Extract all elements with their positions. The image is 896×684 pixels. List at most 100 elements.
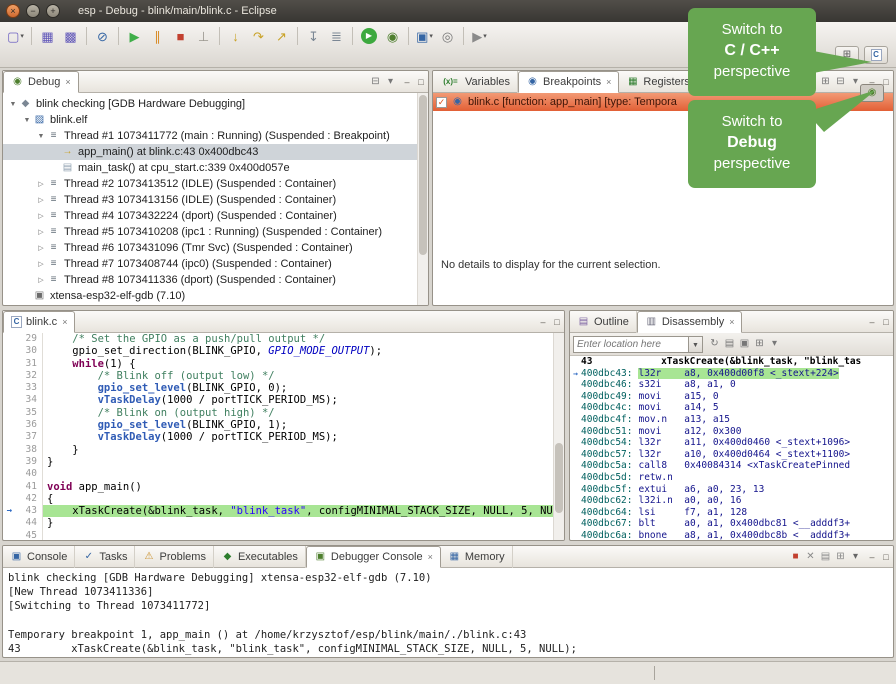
expand-closed-icon[interactable]: ▷ [35, 228, 47, 236]
skip-all-breakpoints-button[interactable]: ⊘ [92, 25, 113, 47]
disasm-line[interactable]: 400dbc51:movi a12, 0x300 [570, 426, 893, 438]
disasm-line[interactable]: →400dbc43:l32r a8, 0x400d00f8 <_stext+22… [570, 368, 893, 380]
minimize-view-icon[interactable]: – [865, 546, 879, 567]
new-wizard-button[interactable]: ▢▾ [5, 25, 26, 47]
track-expression-icon[interactable]: ⊞ [752, 333, 767, 355]
clear-console-icon[interactable]: ▤ [818, 546, 833, 568]
code-line[interactable]: 45 [3, 530, 564, 541]
disasm-line[interactable]: 400dbc49:movi a15, 0 [570, 391, 893, 403]
breakpoint-checkbox[interactable]: ✓ [436, 97, 447, 108]
expand-open-icon[interactable]: ▼ [35, 133, 47, 140]
search-button[interactable]: ◎ [437, 25, 458, 47]
code-line[interactable]: 34 vTaskDelay(1000 / portTICK_PERIOD_MS)… [3, 394, 564, 406]
expand-open-icon[interactable]: ▼ [7, 101, 19, 108]
open-perspective-button[interactable]: ⊞ [835, 46, 859, 64]
disasm-line[interactable]: 400dbc4f:mov.n a13, a15 [570, 414, 893, 426]
location-input[interactable] [573, 336, 689, 353]
show-breakpoints-for-icon[interactable]: ⊞ [818, 71, 833, 93]
code-line[interactable]: 44} [3, 517, 564, 529]
debug-tree-item[interactable]: ▼Thread #1 1073411772 (main : Running) (… [3, 128, 428, 144]
tab-executables[interactable]: Executables [214, 546, 306, 568]
drop-to-frame-button[interactable]: ↧ [303, 25, 324, 47]
remove-launch-icon[interactable]: ✕ [803, 546, 818, 568]
close-tab-icon[interactable]: × [606, 77, 611, 87]
disasm-source-line[interactable]: 43 xTaskCreate(&blink_task, "blink_tas [570, 356, 893, 368]
tab-debug[interactable]: Debug× [3, 71, 79, 93]
disasm-line[interactable]: 400dbc5a:call8 0x40084314 <xTaskCreatePi… [570, 460, 893, 472]
tab-outline[interactable]: Outline [570, 311, 637, 333]
tab-registers[interactable]: Registers [619, 71, 697, 93]
code-line[interactable]: →43 xTaskCreate(&blink_task, "blink_task… [3, 505, 564, 517]
debug-scrollbar[interactable] [417, 93, 428, 305]
code-line[interactable]: 29 /* Set the GPIO as a push/pull output… [3, 333, 564, 345]
debug-button[interactable]: ◉ [382, 25, 403, 47]
tab-breakpoints[interactable]: Breakpoints× [518, 71, 619, 93]
terminate-button[interactable]: ■ [170, 25, 191, 47]
collapse-all-icon[interactable]: ⊟ [833, 71, 848, 93]
code-line[interactable]: 37 vTaskDelay(1000 / portTICK_PERIOD_MS)… [3, 431, 564, 443]
save-button[interactable]: ▦ [37, 25, 58, 47]
save-all-button[interactable]: ▩ [60, 25, 81, 47]
debug-tree-item[interactable]: ▼blink.elf [3, 112, 428, 128]
run-last-tool-button[interactable]: ▶▾ [469, 25, 490, 47]
expand-closed-icon[interactable]: ▷ [35, 244, 47, 252]
terminate-console-icon[interactable]: ■ [788, 546, 803, 568]
breakpoint-entry[interactable]: ✓ blink.c [function: app_main] [type: Te… [433, 93, 893, 111]
show-source-icon[interactable]: ▤ [722, 333, 737, 355]
expand-closed-icon[interactable]: ▷ [35, 180, 47, 188]
debug-perspective-button[interactable]: ◉ [860, 84, 884, 102]
run-button[interactable]: ▶ [361, 28, 377, 44]
disasm-line[interactable]: 400dbc57:l32r a10, 0x400d0464 <_stext+11… [570, 449, 893, 461]
minimize-view-icon[interactable]: – [400, 71, 414, 92]
tab-variables[interactable]: Variables [433, 71, 518, 93]
tab-debugger-console[interactable]: Debugger Console× [306, 546, 441, 568]
code-line[interactable]: 30 gpio_set_direction(BLINK_GPIO, GPIO_M… [3, 345, 564, 357]
debug-tree-item[interactable]: xtensa-esp32-elf-gdb (7.10) [3, 288, 428, 304]
code-line[interactable]: 38 } [3, 444, 564, 456]
disasm-line[interactable]: 400dbc54:l32r a11, 0x400d0460 <_stext+10… [570, 437, 893, 449]
expand-closed-icon[interactable]: ▷ [35, 212, 47, 220]
step-return-button[interactable]: ↗ [271, 25, 292, 47]
code-line[interactable]: 33 gpio_set_level(BLINK_GPIO, 0); [3, 382, 564, 394]
disasm-line[interactable]: 400dbc4c:movi a14, 5 [570, 402, 893, 414]
code-line[interactable]: 42{ [3, 493, 564, 505]
code-line[interactable]: 35 /* Blink on (output high) */ [3, 407, 564, 419]
expand-open-icon[interactable]: ▼ [21, 117, 33, 124]
disasm-line[interactable]: 400dbc67:blt a0, a1, 0x400dbc81 <__adddf… [570, 518, 893, 530]
tab-console[interactable]: Console [3, 546, 75, 568]
step-over-button[interactable]: ↷ [248, 25, 269, 47]
close-tab-icon[interactable]: × [65, 77, 70, 87]
disasm-line[interactable]: 400dbc5f:extui a6, a0, 23, 13 [570, 484, 893, 496]
debug-tree-item[interactable]: app_main() at blink.c:43 0x400dbc43 [3, 144, 428, 160]
cpp-perspective-button[interactable] [864, 46, 888, 64]
console-output[interactable]: blink checking [GDB Hardware Debugging] … [3, 568, 893, 658]
code-line[interactable]: 40 [3, 468, 564, 480]
step-into-button[interactable]: ↓ [225, 25, 246, 47]
view-menu-icon[interactable]: ▾ [383, 71, 398, 93]
maximize-view-icon[interactable]: □ [879, 546, 893, 567]
maximize-view-icon[interactable]: □ [414, 71, 428, 92]
tab-memory[interactable]: Memory [441, 546, 513, 568]
disasm-line[interactable]: 400dbc64:lsi f7, a1, 128 [570, 507, 893, 519]
maximize-view-icon[interactable]: □ [550, 311, 564, 332]
expand-closed-icon[interactable]: ▷ [35, 196, 47, 204]
instruction-stepping-button[interactable]: ≣ [326, 25, 347, 47]
resume-button[interactable]: ▶ [124, 25, 145, 47]
disasm-line[interactable]: 400dbc6a:bnone a8, a1, 0x400dbc8b <__add… [570, 530, 893, 541]
disasm-line[interactable]: 400dbc62:l32i.n a0, a0, 16 [570, 495, 893, 507]
close-window-button[interactable]: × [6, 4, 20, 18]
disassembly-listing[interactable]: 43 xTaskCreate(&blink_task, "blink_tas→4… [570, 356, 893, 541]
debug-tree-item[interactable]: ▼blink checking [GDB Hardware Debugging] [3, 96, 428, 112]
maximize-view-icon[interactable]: □ [879, 311, 893, 332]
debug-tree-item[interactable]: ▷Thread #4 1073432224 (dport) (Suspended… [3, 208, 428, 224]
close-tab-icon[interactable]: × [428, 552, 433, 562]
disasm-line[interactable]: 400dbc5d:retw.n [570, 472, 893, 484]
maximize-window-button[interactable]: + [46, 4, 60, 18]
pin-console-icon[interactable]: ⊞ [833, 546, 848, 568]
new-cpp-project-button[interactable]: ▣▾ [414, 25, 435, 47]
code-editor[interactable]: 29 /* Set the GPIO as a push/pull output… [3, 333, 564, 541]
debug-tree-item[interactable]: ▷Thread #8 1073411336 (dport) (Suspended… [3, 272, 428, 288]
location-dropdown-icon[interactable]: ▼ [689, 336, 703, 353]
code-line[interactable]: 32 /* Blink off (output low) */ [3, 370, 564, 382]
debug-tree-item[interactable]: ▷Thread #3 1073413156 (IDLE) (Suspended … [3, 192, 428, 208]
